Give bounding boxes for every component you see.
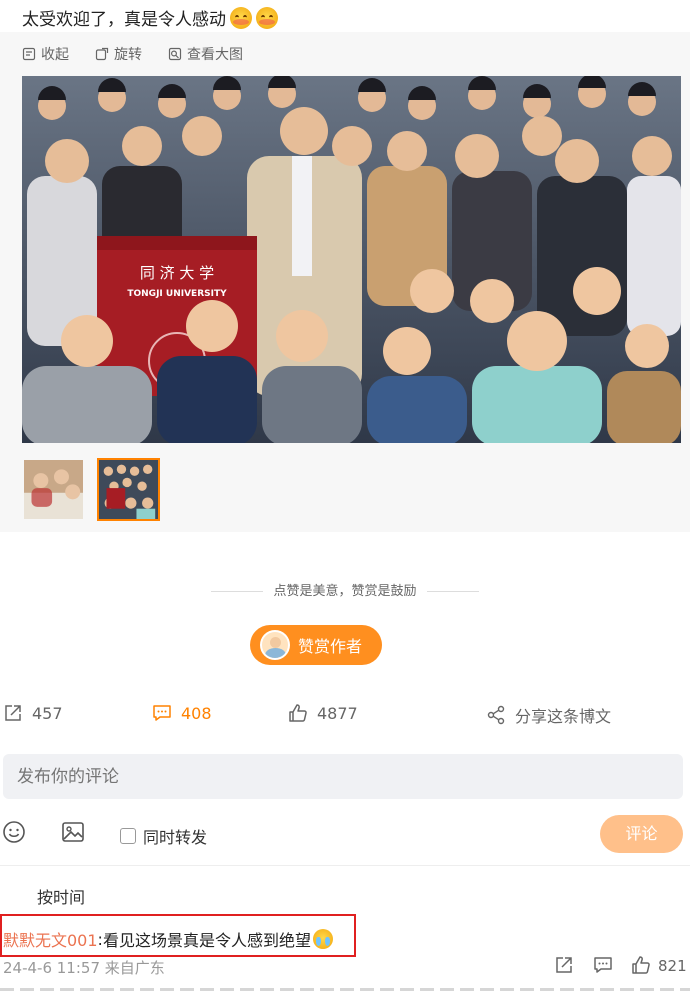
podium-english-text: TONGJI UNIVERSITY — [127, 289, 227, 299]
reward-author-button[interactable]: 赞赏作者 — [250, 625, 382, 665]
share-button[interactable]: 分享这条博文 — [486, 703, 611, 727]
view-large-label: 查看大图 — [187, 47, 243, 63]
post-photo[interactable]: 同 济 大 学 TONGJI UNIVERSITY — [22, 76, 681, 443]
comment-meta: 24-4-6 11:57 来自广东 — [3, 959, 165, 977]
comment-count: 408 — [181, 703, 212, 723]
thumbnail-2[interactable] — [97, 458, 160, 521]
podium-chinese-text: 同 济 大 学 — [140, 264, 214, 282]
collapse-button[interactable]: 收起 — [22, 44, 69, 64]
checkbox-box[interactable] — [120, 828, 136, 844]
comment-icon — [153, 705, 171, 721]
comment-like-count: 821 — [658, 957, 687, 975]
repost-count: 457 — [32, 703, 63, 723]
crying-face-icon — [312, 929, 333, 949]
post-text-content: 太受欢迎了，真是令人感动 — [22, 10, 226, 30]
repost-button[interactable]: 457 — [3, 703, 63, 723]
share-label: 分享这条博文 — [515, 707, 612, 726]
blushing-face-icon — [230, 6, 252, 29]
reward-divider: 点赞是美意，赞赏是鼓励 — [0, 580, 690, 599]
image-upload-icon[interactable] — [61, 820, 85, 844]
view-large-button[interactable]: 查看大图 — [168, 44, 243, 64]
post-action-bar: 457 408 4877 分享这条博文 — [0, 703, 690, 731]
author-avatar — [260, 630, 290, 660]
group-photo-illustration: 同 济 大 学 TONGJI UNIVERSITY — [22, 76, 681, 443]
divider-line-right — [426, 591, 479, 592]
repost-checkbox-label: 同时转发 — [143, 828, 208, 847]
rotate-icon — [95, 47, 109, 61]
reward-author-label: 赞赏作者 — [298, 637, 363, 656]
repost-checkbox[interactable]: 同时转发 — [120, 824, 207, 848]
thumbnail-1-image — [24, 460, 83, 519]
media-toolbar: 收起 旋转 查看大图 — [22, 44, 243, 64]
repost-icon — [5, 705, 21, 721]
like-count: 4877 — [317, 703, 358, 723]
next-comment-cutoff — [0, 986, 690, 993]
divider-line-left — [211, 591, 264, 592]
post-text: 太受欢迎了，真是令人感动 — [22, 5, 278, 30]
blushing-face-icon — [256, 6, 278, 29]
rotate-label: 旋转 — [114, 47, 142, 63]
sort-by-time[interactable]: 按时间 — [37, 884, 85, 908]
thumbnail-1[interactable] — [22, 458, 85, 521]
collapse-label: 收起 — [41, 47, 69, 63]
emoji-icon[interactable] — [2, 820, 26, 844]
submit-comment-button[interactable]: 评论 — [600, 815, 683, 853]
share-icon — [487, 705, 505, 725]
like-button[interactable]: 4877 — [288, 703, 358, 723]
comment-item: 默默无文001 : 看见这场景真是令人感到绝望 — [3, 927, 333, 951]
thumbs-up-icon — [289, 704, 307, 722]
thumbnail-2-image — [99, 460, 158, 519]
composer-tools: 同时转发 评论 — [0, 815, 690, 853]
comment-actions: 821 — [550, 955, 690, 977]
view-large-icon — [168, 47, 182, 61]
comment-text: 看见这场景真是令人感到绝望 — [102, 931, 311, 950]
thumbnail-strip — [22, 458, 160, 521]
comment-like-icon[interactable] — [631, 955, 651, 975]
section-divider — [0, 865, 690, 866]
rotate-button[interactable]: 旋转 — [95, 44, 142, 64]
media-panel: 收起 旋转 查看大图 同 济 大 学 TONGJI UNIVERSITY — [0, 32, 690, 532]
comment-button[interactable]: 408 — [152, 703, 212, 723]
reward-divider-text: 点赞是美意，赞赏是鼓励 — [273, 584, 417, 599]
comment-reply-icon[interactable] — [593, 955, 613, 975]
collapse-icon — [22, 47, 36, 61]
comment-repost-icon[interactable] — [554, 955, 574, 975]
comment-username[interactable]: 默默无文001 — [3, 927, 98, 951]
comment-input[interactable] — [3, 754, 683, 799]
